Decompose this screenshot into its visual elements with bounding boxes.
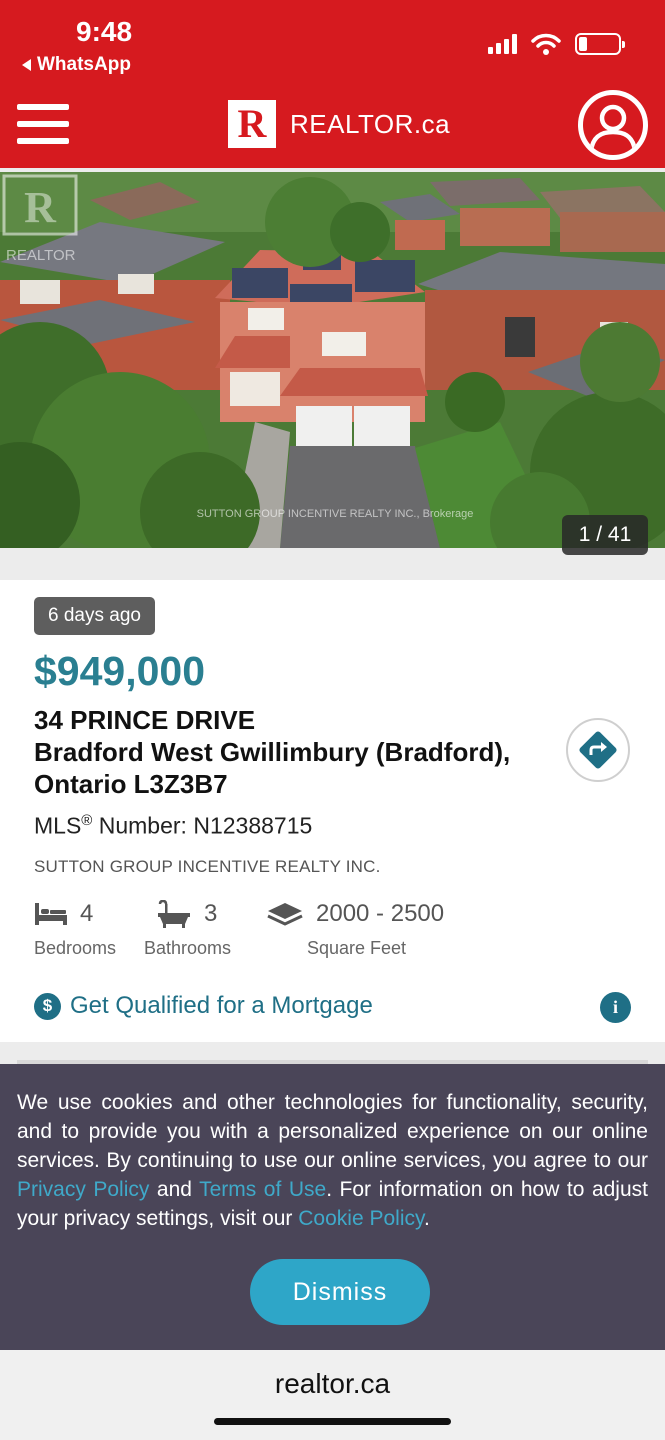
address-city: Bradford West Gwillimbury (Bradford), xyxy=(34,737,511,767)
cellular-signal-icon xyxy=(488,34,517,54)
terms-of-use-link[interactable]: Terms of Use xyxy=(199,1178,326,1201)
realtor-watermark: REALTOR xyxy=(6,247,76,264)
back-app-label: WhatsApp xyxy=(37,54,131,75)
photo-counter: 1 / 41 xyxy=(562,515,648,555)
house-aerial-photo: R REALTOR SUTTON GROUP INCENTIVE REALTY … xyxy=(0,172,665,548)
bathtub-icon xyxy=(158,900,190,928)
listed-time-badge: 6 days ago xyxy=(34,597,155,635)
cookie-banner: We use cookies and other technologies fo… xyxy=(0,1064,665,1350)
status-time: 9:48 xyxy=(76,16,133,47)
get-qualified-mortgage-link[interactable]: $ Get Qualified for a Mortgage xyxy=(34,992,373,1020)
mortgage-link-label: Get Qualified for a Mortgage xyxy=(70,992,373,1019)
realtor-logo[interactable]: R REALTOR.ca xyxy=(228,100,450,148)
square-feet-feature: 2000 - 2500 Square Feet xyxy=(266,900,444,959)
logo-mark: R xyxy=(228,100,276,148)
url-text[interactable]: realtor.ca xyxy=(0,1368,665,1400)
cookie-text-4: . xyxy=(423,1207,430,1230)
battery-icon xyxy=(575,33,625,55)
dollar-icon: $ xyxy=(34,992,61,1020)
address-street: 34 PRINCE DRIVE xyxy=(34,705,256,735)
privacy-policy-link[interactable]: Privacy Policy xyxy=(17,1178,149,1201)
user-profile-icon[interactable] xyxy=(578,90,648,160)
back-to-app-link[interactable]: WhatsApp xyxy=(22,54,131,76)
square-feet-label: Square Feet xyxy=(307,938,407,958)
logo-text: REALTOR.ca xyxy=(290,108,451,139)
bathrooms-feature: 3 Bathrooms xyxy=(144,900,231,959)
listing-page: 9:48 WhatsApp R REALTOR.ca R REALTOR SUT… xyxy=(0,0,665,1440)
wifi-icon xyxy=(531,33,561,55)
cookie-message: We use cookies and other technologies fo… xyxy=(17,1088,648,1233)
bed-icon xyxy=(35,903,67,925)
cookie-policy-link[interactable]: Cookie Policy xyxy=(298,1207,424,1230)
dismiss-button[interactable]: Dismiss xyxy=(250,1259,430,1325)
listing-price: $949,000 xyxy=(34,648,206,694)
photo-watermark: SUTTON GROUP INCENTIVE REALTY INC., Brok… xyxy=(197,508,474,520)
brokerage-name: SUTTON GROUP INCENTIVE REALTY INC. xyxy=(34,857,381,876)
directions-icon xyxy=(579,731,617,769)
mls-registered-mark: ® xyxy=(81,812,93,829)
address-province: Ontario L3Z3B7 xyxy=(34,769,228,799)
bedrooms-feature: 4 Bedrooms xyxy=(34,900,116,959)
hamburger-icon[interactable] xyxy=(17,104,69,144)
bathrooms-value: 3 xyxy=(204,900,218,927)
mls-label: MLS xyxy=(34,812,82,839)
listing-photo[interactable]: R REALTOR SUTTON GROUP INCENTIVE REALTY … xyxy=(0,172,665,548)
mls-number: MLS® Number: N12388715 xyxy=(34,812,312,840)
listing-address: 34 PRINCE DRIVE Bradford West Gwillimbur… xyxy=(34,704,554,800)
status-icons xyxy=(488,33,625,55)
back-arrow-icon xyxy=(22,59,31,71)
cookie-text-1: We use cookies and other technologies fo… xyxy=(17,1091,648,1172)
listing-summary-card: 6 days ago $949,000 34 PRINCE DRIVE Brad… xyxy=(0,580,665,1042)
square-feet-value: 2000 - 2500 xyxy=(316,900,445,927)
mls-number-value: Number: N12388715 xyxy=(92,812,313,839)
bathrooms-label: Bathrooms xyxy=(144,938,232,958)
info-icon[interactable]: i xyxy=(600,992,631,1023)
bedrooms-value: 4 xyxy=(80,900,94,927)
cookie-text-2: and xyxy=(149,1178,200,1201)
svg-text:R: R xyxy=(24,183,57,232)
square-feet-icon xyxy=(267,903,303,926)
app-header: 9:48 WhatsApp R REALTOR.ca xyxy=(0,0,665,168)
bedrooms-label: Bedrooms xyxy=(34,938,117,958)
home-indicator[interactable] xyxy=(214,1418,451,1425)
directions-button[interactable] xyxy=(566,718,630,782)
browser-url-bar: realtor.ca xyxy=(0,1350,665,1440)
